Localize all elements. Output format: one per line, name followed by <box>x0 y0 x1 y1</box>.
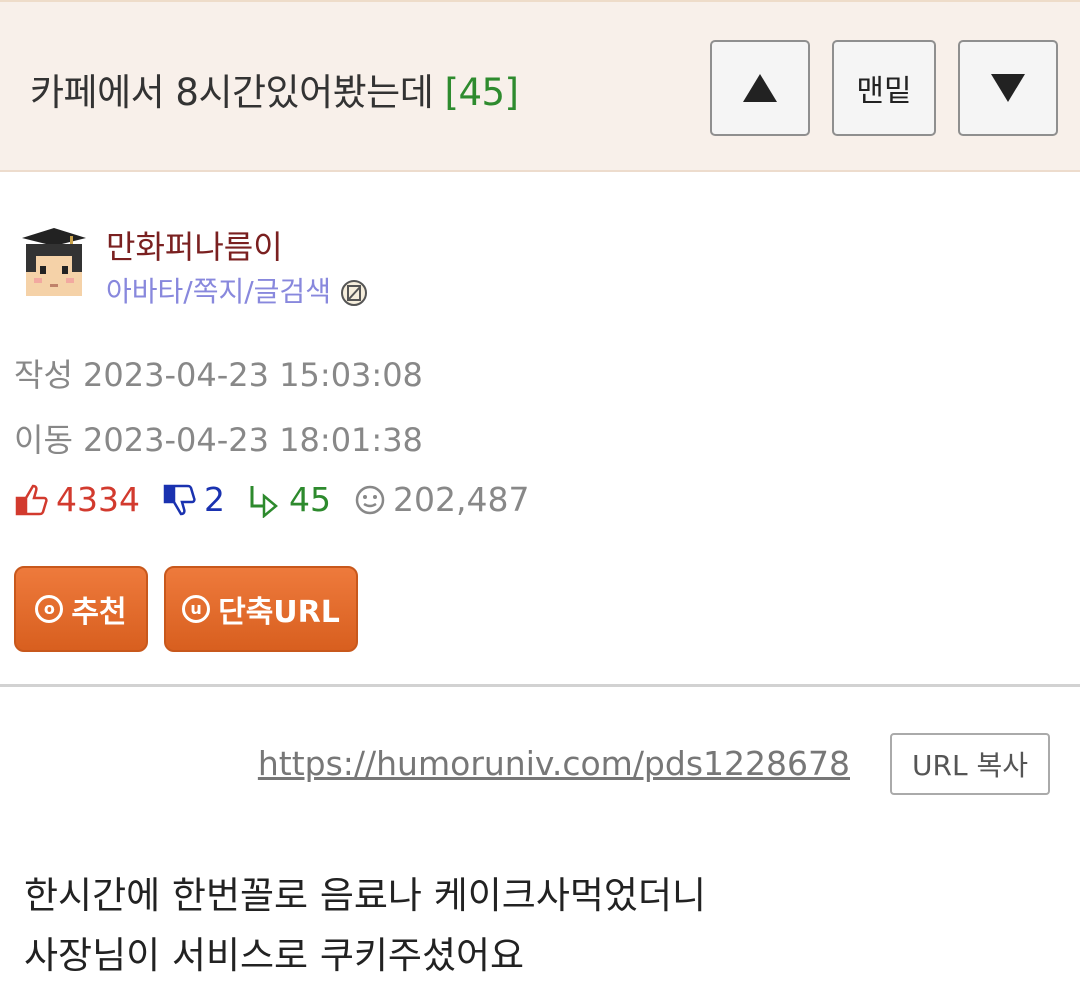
upvote-stat: 4334 <box>14 480 140 519</box>
post-url-link[interactable]: https://humoruniv.com/pds1228678 <box>258 744 850 783</box>
short-url-circle-icon: u <box>182 595 211 623</box>
comment-count[interactable]: [45] <box>445 71 519 114</box>
upvote-count: 4334 <box>56 480 140 519</box>
author-links: 아바타/쪽지/글검색 <box>106 270 369 310</box>
recommend-button[interactable]: o 추천 <box>14 566 148 652</box>
author-links-text[interactable]: 아바타/쪽지/글검색 <box>106 275 331 308</box>
downvote-count: 2 <box>203 480 225 519</box>
graduate-avatar-icon <box>14 222 94 302</box>
user-search-icon[interactable] <box>339 278 369 308</box>
reply-stat: 45 <box>247 480 331 519</box>
post-body-line: 사장님이 서비스로 쿠키주셨어요 <box>24 934 525 977</box>
recommend-circle-icon: o <box>35 595 64 623</box>
scroll-bottom-button[interactable]: 맨밑 <box>832 40 936 136</box>
avatar[interactable] <box>14 222 94 302</box>
post-title: 카페에서 8시간있어봤는데 [45] <box>30 62 519 116</box>
post-header-bar: 카페에서 8시간있어봤는데 [45] 맨밑 <box>0 0 1080 172</box>
scroll-down-button[interactable] <box>958 40 1058 136</box>
downvote-stat: 2 <box>162 480 225 519</box>
reply-arrow-icon <box>250 485 278 518</box>
url-copy-button[interactable]: URL 복사 <box>890 733 1050 795</box>
view-stat: 202,487 <box>353 480 529 519</box>
thumbs-up-icon <box>15 484 48 515</box>
moved-date: 이동 2023-04-23 18:01:38 <box>14 421 423 459</box>
short-url-label: 단축URL <box>218 595 340 630</box>
post-stats: 4334 2 45 202,487 <box>14 480 551 519</box>
section-divider <box>0 684 1080 687</box>
scroll-up-button[interactable] <box>710 40 810 136</box>
created-date: 작성 2023-04-23 15:03:08 <box>14 356 423 394</box>
post-title-text: 카페에서 8시간있어봤는데 <box>30 71 434 114</box>
thumbs-down-icon <box>163 484 196 515</box>
smiley-view-icon <box>355 485 385 514</box>
triangle-up-icon <box>743 74 777 102</box>
recommend-label: 추천 <box>71 595 127 630</box>
post-body: 한시간에 한번꼴로 음료나 케이크사먹었더니 사장님이 서비스로 쿠키주셨어요 <box>24 866 706 986</box>
reply-count: 45 <box>288 480 331 519</box>
short-url-button[interactable]: u 단축URL <box>164 566 358 652</box>
view-count: 202,487 <box>392 480 530 519</box>
author-name[interactable]: 만화퍼나름이 <box>106 222 283 268</box>
post-body-line: 한시간에 한번꼴로 음료나 케이크사먹었더니 <box>24 874 707 917</box>
triangle-down-icon <box>991 74 1025 102</box>
